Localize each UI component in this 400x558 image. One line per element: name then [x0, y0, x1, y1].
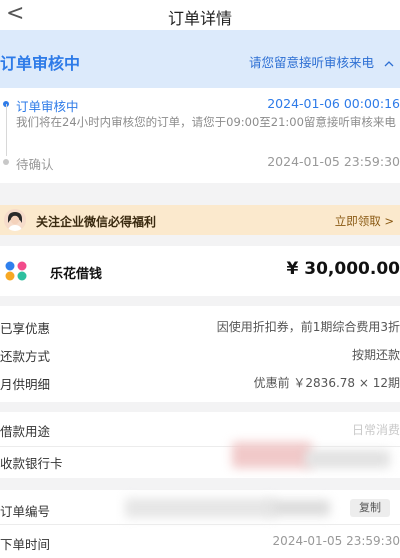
divider — [0, 524, 400, 525]
wechat-benefit-banner[interactable]: 关注企业微信必得福利 立即领取 > — [0, 205, 400, 235]
timeline-step-desc: 我们将在24小时内审核您的订单，请您于09:00至21:00留意接听审核来电 — [16, 115, 396, 129]
purpose-value: 日常消费 — [351, 423, 400, 437]
repay-method-value: 按期还款 — [351, 348, 400, 362]
loan-amount: ¥ 30,000.00 — [286, 259, 400, 279]
copy-button[interactable]: 复制 — [350, 499, 390, 517]
timeline-step-title: 订单审核中 — [16, 99, 79, 114]
status-hint-text: 请您留意接听审核来电 — [249, 55, 375, 70]
page-title: 订单详情 — [167, 9, 232, 28]
status-card[interactable]: 订单审核中 请您留意接听审核来电 — [0, 30, 400, 88]
repay-method-label: 还款方式 — [0, 349, 51, 364]
monthly-detail-value[interactable]: 优惠前 ￥2836.78 × 12期 — [254, 374, 400, 391]
timeline-step-time: 2024-01-05 23:59:30 — [267, 154, 400, 169]
timeline-dot — [3, 159, 9, 165]
purpose-label: 借款用途 — [0, 424, 51, 439]
banner-text: 关注企业微信必得福利 — [36, 215, 157, 229]
loan-purpose-card: 借款用途 日常消费 收款银行卡 — [0, 412, 400, 478]
lehua-logo-icon — [4, 261, 30, 281]
repayment-info-card: 已享优惠 因使用折扣券，前1期综合费用3折 还款方式 按期还款 月供明细 优惠前… — [0, 306, 400, 402]
bank-card-value-redacted — [232, 442, 312, 468]
monthly-detail-label: 月供明细 — [0, 377, 51, 392]
status-timeline: 订单审核中 2024-01-06 00:00:16 我们将在24小时内审核您的订… — [0, 88, 400, 183]
discount-value: 因使用折扣券，前1期综合费用3折 — [216, 320, 400, 334]
nav-bar: < 订单详情 — [0, 0, 400, 30]
chevron-up-icon[interactable] — [384, 55, 394, 70]
timeline-line — [6, 104, 7, 156]
order-info-card: 订单编号 复制 下单时间 2024-01-05 23:59:30 — [0, 490, 400, 558]
divider — [0, 446, 400, 447]
banner-action-link[interactable]: 立即领取 > — [335, 213, 394, 229]
product-name: 乐花借钱 — [50, 267, 103, 282]
order-number-redacted — [270, 500, 330, 516]
avatar — [4, 209, 26, 231]
order-number-redacted — [125, 498, 275, 518]
bank-card-label: 收款银行卡 — [0, 456, 63, 471]
timeline-step-title: 待确认 — [16, 157, 54, 172]
status-hint[interactable]: 请您留意接听审核来电 — [249, 52, 394, 71]
order-number-label: 订单编号 — [0, 504, 51, 519]
loan-card: 乐花借钱 ¥ 30,000.00 — [0, 246, 400, 296]
order-time-value: 2024-01-05 23:59:30 — [272, 534, 400, 548]
timeline-step-time: 2024-01-06 00:00:16 — [267, 96, 400, 111]
status-title: 订单审核中 — [0, 54, 81, 73]
order-time-label: 下单时间 — [0, 537, 51, 552]
bank-card-value-redacted — [305, 450, 390, 468]
discount-label: 已享优惠 — [0, 321, 51, 336]
